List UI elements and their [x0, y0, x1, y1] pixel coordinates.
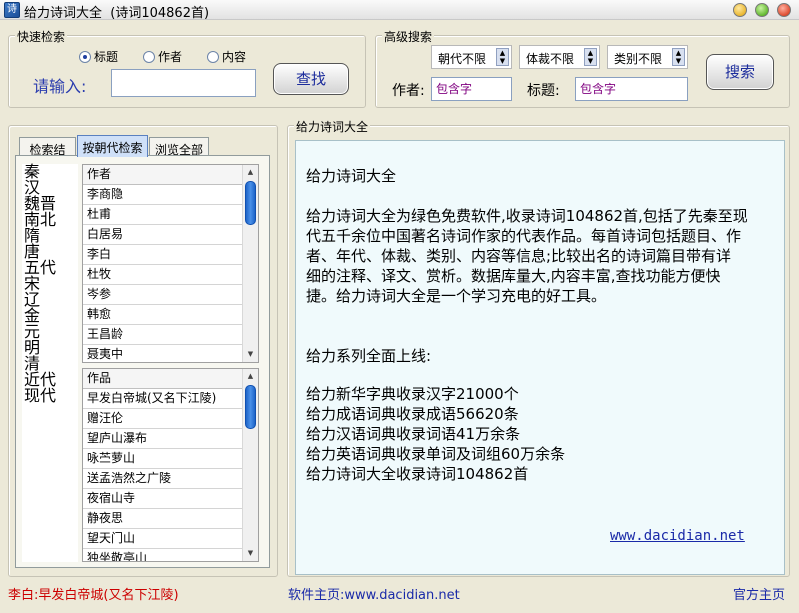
content-series-line: 给力英语词典收录单词及词组60万余条 — [306, 445, 566, 463]
window-title-count: (诗词104862首) — [110, 6, 210, 21]
author-grid: 作者 李商隐 杜甫 白居易 李白 杜牧 岑参 韩愈 王昌龄 聂夷中 ▲ ▼ — [82, 164, 259, 363]
radio-content-dot[interactable] — [207, 50, 219, 63]
quick-search-group-title: 快速检索 — [15, 28, 68, 45]
close-button[interactable] — [777, 3, 791, 17]
title-field-label: 标题: — [527, 83, 560, 99]
content-heading: 给力诗词大全 — [306, 167, 397, 185]
table-row[interactable]: 岑参 — [83, 285, 258, 305]
scroll-down-icon[interactable]: ▼ — [243, 347, 258, 362]
author-field-input[interactable]: 包含字 — [431, 77, 512, 101]
author-field-label: 作者: — [392, 83, 425, 99]
quick-search-input[interactable] — [111, 69, 256, 97]
table-row[interactable]: 白居易 — [83, 225, 258, 245]
dynasty-list: 秦 汉 魏晋 南北 隋 唐 五代 宋 辽 金 元 明 清 近代 现代 — [22, 164, 78, 562]
genre-spin-icon[interactable]: ▲ ▼ — [584, 48, 597, 66]
table-row[interactable]: 聂夷中 — [83, 345, 258, 362]
table-row[interactable]: 送孟浩然之广陵 — [83, 469, 258, 489]
genre-select-value: 体裁不限 — [526, 52, 575, 66]
genre-select[interactable]: 体裁不限 ▲ ▼ — [519, 45, 600, 69]
table-row[interactable]: 李白 — [83, 245, 258, 265]
table-row[interactable]: 望庐山瀑布 — [83, 429, 258, 449]
official-homepage-link[interactable]: 官方主页 — [733, 584, 785, 603]
search-button[interactable]: 搜索 — [706, 54, 774, 90]
category-select-value: 类别不限 — [614, 52, 663, 66]
poem-content-area: 给力诗词大全 给力诗词大全为绿色免费软件,收录诗词104862首,包括了先秦至现… — [295, 140, 785, 575]
table-row[interactable]: 赠汪伦 — [83, 409, 258, 429]
table-row[interactable]: 咏苎萝山 — [83, 449, 258, 469]
table-row[interactable]: 李商隐 — [83, 185, 258, 205]
radio-title-dot[interactable] — [79, 50, 91, 63]
title-bar: 诗 给力诗词大全 (诗词104862首) — [0, 0, 799, 21]
content-paragraph-line: 捷。给力诗词大全是一个学习充电的好工具。 — [306, 287, 607, 305]
minimize-button[interactable] — [733, 3, 747, 17]
window-title-main: 给力诗词大全 — [24, 6, 103, 21]
dynasty-select[interactable]: 朝代不限 ▲ ▼ — [431, 45, 512, 69]
radio-content[interactable]: 内容 — [207, 48, 246, 65]
list-item-dynasty[interactable]: 现代 — [22, 388, 78, 404]
content-paragraph-line: 给力诗词大全为绿色免费软件,收录诗词104862首,包括了先秦至现 — [306, 207, 748, 225]
website-link[interactable]: www.dacidian.net — [610, 526, 745, 546]
content-series-line: 给力诗词大全收录诗词104862首 — [306, 465, 529, 483]
dynasty-spin-icon[interactable]: ▲ ▼ — [496, 48, 509, 66]
scroll-thumb[interactable] — [245, 385, 256, 429]
table-row[interactable]: 王昌龄 — [83, 325, 258, 345]
app-icon: 诗 — [4, 2, 20, 18]
maximize-button[interactable] — [755, 3, 769, 17]
tab-search-results[interactable]: 检索结果 — [19, 137, 76, 174]
content-paragraph-line: 者、年代、体裁、类别、内容等信息;比较出名的诗词篇目带有详 — [306, 247, 732, 265]
tab-panel-by-dynasty: 秦 汉 魏晋 南北 隋 唐 五代 宋 辽 金 元 明 清 近代 现代 作者 李商… — [15, 155, 270, 568]
tab-by-dynasty[interactable]: 按朝代检索 — [77, 135, 148, 157]
table-row[interactable]: 韩愈 — [83, 305, 258, 325]
radio-title[interactable]: 标题 — [79, 48, 118, 65]
radio-content-label: 内容 — [222, 50, 247, 64]
works-grid: 作品 早发白帝城(又名下江陵) 赠汪伦 望庐山瀑布 咏苎萝山 送孟浩然之广陵 夜… — [82, 368, 259, 562]
title-field-input[interactable]: 包含字 — [575, 77, 688, 101]
radio-author[interactable]: 作者 — [143, 48, 182, 65]
radio-author-dot[interactable] — [143, 50, 155, 63]
content-series-line: 给力成语词典收录成语56620条 — [306, 405, 519, 423]
author-grid-scrollbar[interactable]: ▲ ▼ — [242, 165, 258, 362]
content-paragraph-line: 代五千余位中国著名诗词作家的代表作品。每首诗词包括题目、作 — [306, 227, 742, 245]
content-series-title: 给力系列全面上线: — [306, 347, 432, 365]
scroll-down-icon[interactable]: ▼ — [243, 546, 258, 561]
category-spin-icon[interactable]: ▲ ▼ — [672, 48, 685, 66]
table-row[interactable]: 独坐敬亭山 — [83, 549, 258, 561]
content-series-line: 给力汉语词典收录词语41万余条 — [306, 425, 521, 443]
table-row[interactable]: 杜甫 — [83, 205, 258, 225]
tab-browse-all[interactable]: 浏览全部 — [149, 137, 209, 157]
search-prompt-label: 请输入: — [33, 77, 87, 96]
scroll-up-icon[interactable]: ▲ — [243, 369, 258, 384]
radio-title-label: 标题 — [94, 50, 119, 64]
table-row[interactable]: 望天门山 — [83, 529, 258, 549]
content-paragraph-line: 细的注释、译文、赏析。数据库量大,内容丰富,查找功能方便快 — [306, 267, 721, 285]
find-button[interactable]: 查找 — [273, 63, 349, 95]
dynasty-select-value: 朝代不限 — [438, 52, 487, 66]
table-row[interactable]: 静夜思 — [83, 509, 258, 529]
scroll-up-icon[interactable]: ▲ — [243, 165, 258, 180]
works-grid-header: 作品 — [83, 369, 258, 389]
window-title: 给力诗词大全 (诗词104862首) — [24, 2, 209, 21]
current-poem-status: 李白:早发白帝城(又名下江陵) — [8, 588, 179, 603]
content-group-title: 给力诗词大全 — [294, 118, 371, 135]
homepage-status: 软件主页:www.dacidian.net — [288, 588, 460, 603]
advanced-search-group-title: 高级搜索 — [382, 28, 435, 45]
table-row[interactable]: 杜牧 — [83, 265, 258, 285]
table-row[interactable]: 夜宿山寺 — [83, 489, 258, 509]
table-row[interactable]: 早发白帝城(又名下江陵) — [83, 389, 258, 409]
works-grid-scrollbar[interactable]: ▲ ▼ — [242, 369, 258, 561]
radio-author-label: 作者 — [158, 50, 183, 64]
content-series-line: 给力新华字典收录汉字21000个 — [306, 385, 519, 403]
scroll-thumb[interactable] — [245, 181, 256, 225]
category-select[interactable]: 类别不限 ▲ ▼ — [607, 45, 688, 69]
author-grid-header: 作者 — [83, 165, 258, 185]
